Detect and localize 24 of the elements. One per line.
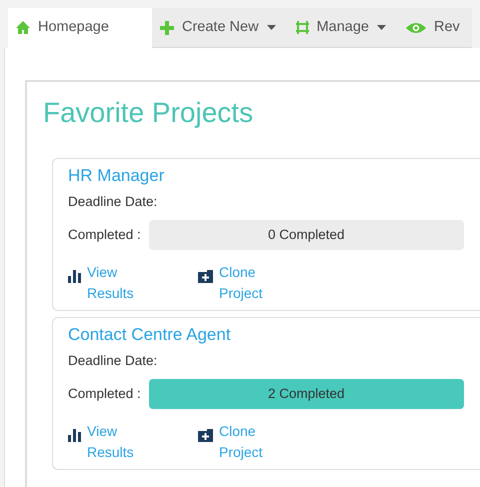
eye-icon [406, 22, 426, 34]
bar-chart-icon [68, 270, 81, 283]
folder-plus-icon [198, 270, 213, 283]
project-title-link[interactable]: Contact Centre Agent [68, 324, 231, 346]
nav-tab[interactable]: Rev [398, 8, 472, 48]
clone-project-link[interactable]: Clone Project [198, 421, 328, 464]
home-icon [16, 21, 30, 34]
project-title-link[interactable]: HR Manager [68, 164, 164, 187]
completed-label: Completed : [68, 384, 141, 403]
completed-label: Completed : [68, 226, 141, 244]
progress-text: 2 Completed [268, 384, 345, 403]
plus-icon [160, 20, 174, 34]
bar-chart-icon [68, 428, 81, 442]
nav-tab[interactable]: Homepage [8, 8, 152, 48]
nav-tab[interactable]: Manage [288, 8, 398, 48]
nav-tab[interactable]: Create New [152, 8, 288, 48]
deadline-label: Deadline Date: [68, 192, 158, 211]
view-results-link[interactable]: View Results [68, 421, 198, 464]
deadline-label: Deadline Date: [68, 352, 158, 370]
page-heading: Favorite Projects [43, 96, 254, 130]
view-results-link[interactable]: View Results [68, 262, 198, 304]
clone-project-link[interactable]: Clone Project [198, 262, 328, 304]
progress-text: 0 Completed [268, 226, 345, 244]
folder-plus-icon [198, 428, 213, 442]
